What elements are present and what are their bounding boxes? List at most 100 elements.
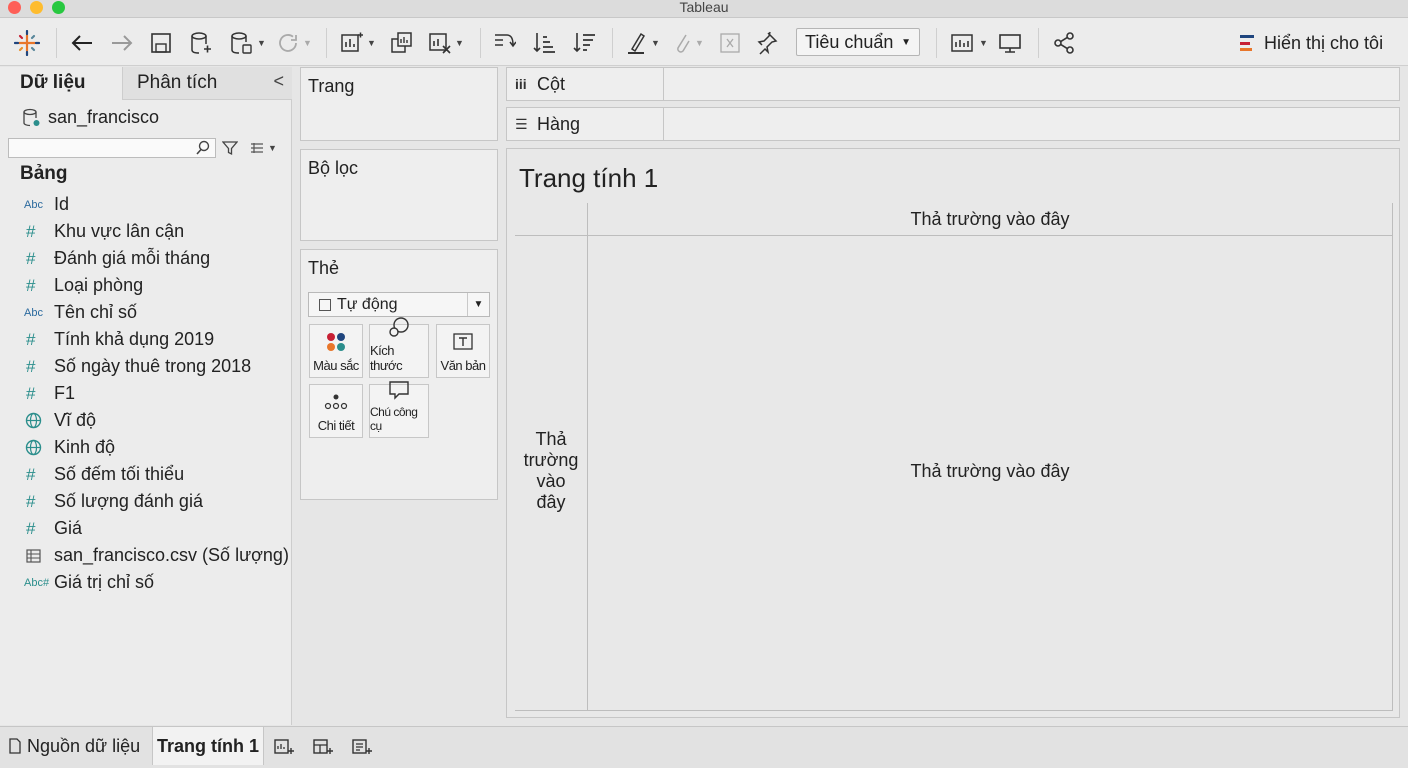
- collapse-pane-icon[interactable]: <: [273, 71, 284, 92]
- detail-button[interactable]: Chi tiết: [309, 384, 363, 438]
- device-preview-icon[interactable]: [998, 30, 1022, 56]
- sort-ascending-icon[interactable]: [532, 30, 556, 56]
- new-datasource-icon[interactable]: [190, 30, 212, 56]
- show-me-icon: [1240, 35, 1254, 51]
- size-circles-icon: [388, 316, 410, 338]
- field-item[interactable]: # Số đếm tối thiểu: [0, 461, 292, 488]
- forward-icon[interactable]: [110, 30, 134, 56]
- divider: [515, 710, 1393, 711]
- marks-card: Thẻ Tự động ▼ Màu sắc Kích thước Văn bản…: [300, 249, 498, 500]
- tableau-logo-icon[interactable]: [14, 30, 40, 56]
- pause-updates-icon[interactable]: ▼: [230, 30, 266, 56]
- field-item[interactable]: san_francisco.csv (Số lượng): [0, 542, 292, 569]
- columns-icon: iii: [515, 76, 527, 92]
- data-pane: Dữ liệu Phân tích < san_francisco ▼ Bảng…: [0, 67, 292, 725]
- duplicate-sheet-icon[interactable]: [390, 30, 414, 56]
- field-item[interactable]: # Loại phòng: [0, 272, 292, 299]
- field-item[interactable]: # Số ngày thuê trong 2018: [0, 353, 292, 380]
- color-dots-icon: [325, 331, 347, 353]
- highlight-icon[interactable]: ▼: [626, 30, 660, 56]
- datasource-name: san_francisco: [48, 107, 160, 127]
- new-worksheet-tab-icon[interactable]: [274, 737, 294, 762]
- row-drop-text: Thả: [535, 429, 567, 449]
- square-mark-icon: [319, 298, 331, 311]
- fit-select-value: Tiêu chuẩn: [805, 31, 894, 52]
- field-search-input[interactable]: [8, 138, 216, 158]
- text-button[interactable]: Văn bản: [436, 324, 490, 378]
- field-item[interactable]: # Giá: [0, 515, 292, 542]
- field-item[interactable]: # Đánh giá mỗi tháng: [0, 245, 292, 272]
- refresh-icon[interactable]: ▼: [276, 30, 312, 56]
- columns-label: Cột: [537, 73, 566, 94]
- field-label: Giá trị chỉ số: [54, 572, 155, 592]
- chevron-down-icon: ▼: [467, 293, 489, 316]
- columns-shelf-label: iii Cột: [507, 68, 664, 100]
- number-type-icon: #: [26, 464, 36, 484]
- sheet-title[interactable]: Trang tính 1: [519, 163, 658, 194]
- field-item[interactable]: # F1: [0, 380, 292, 407]
- field-label: Đánh giá mỗi tháng: [54, 248, 211, 268]
- columns-shelf[interactable]: iii Cột: [506, 67, 1400, 101]
- mark-type-select[interactable]: Tự động ▼: [308, 292, 490, 317]
- column-drop-zone[interactable]: Thả trường vào đây: [587, 203, 1393, 236]
- field-item[interactable]: Kinh độ: [0, 434, 292, 461]
- datasource-item[interactable]: san_francisco: [22, 107, 159, 128]
- color-button[interactable]: Màu sắc: [309, 324, 363, 378]
- number-type-icon: #: [26, 383, 36, 403]
- filter-icon[interactable]: [221, 140, 239, 161]
- presentation-mode-icon[interactable]: ▼: [950, 30, 988, 56]
- field-item[interactable]: # Tính khả dụng 2019: [0, 326, 292, 353]
- tooltip-button[interactable]: Chú công cụ: [369, 381, 429, 438]
- number-type-icon: #: [26, 329, 36, 349]
- save-icon[interactable]: [150, 30, 172, 56]
- divider: [515, 235, 587, 236]
- field-item[interactable]: # Số lượng đánh giá: [0, 488, 292, 515]
- size-button[interactable]: Kích thước: [369, 317, 429, 378]
- fix-axes-icon[interactable]: [754, 30, 778, 56]
- sheet-tab-active[interactable]: Trang tính 1: [152, 727, 264, 765]
- sort-descending-icon[interactable]: [572, 30, 596, 56]
- number-type-icon: #: [26, 518, 36, 538]
- document-icon: [9, 738, 21, 754]
- rows-shelf[interactable]: ☰ Hàng: [506, 107, 1400, 141]
- clear-sheet-icon[interactable]: ▼: [428, 30, 464, 56]
- datasource-tab[interactable]: Nguồn dữ liệu: [8, 727, 140, 765]
- share-icon[interactable]: [1052, 30, 1076, 56]
- divider: [1392, 203, 1393, 711]
- labels-icon[interactable]: [718, 30, 742, 56]
- pages-card[interactable]: Trang: [300, 67, 498, 141]
- fit-select[interactable]: Tiêu chuẩn ▼: [796, 28, 920, 56]
- measure-values-icon: Abc#: [24, 576, 50, 589]
- field-item[interactable]: # Khu vực lân cận: [0, 218, 292, 245]
- string-type-icon: Abc: [24, 198, 43, 211]
- rows-icon: ☰: [515, 115, 528, 132]
- field-label: Kinh độ: [54, 437, 116, 457]
- field-item[interactable]: Abc Id: [0, 191, 292, 218]
- show-me-button[interactable]: Hiển thị cho tôi: [1240, 30, 1383, 56]
- group-members-icon[interactable]: ▼: [672, 30, 704, 56]
- new-story-tab-icon[interactable]: [352, 737, 372, 762]
- title-bar: Tableau: [0, 0, 1408, 18]
- new-worksheet-icon[interactable]: ▼: [340, 30, 376, 56]
- field-item[interactable]: Vĩ độ: [0, 407, 292, 434]
- swap-rows-columns-icon[interactable]: [492, 30, 516, 56]
- filters-card[interactable]: Bộ lọc: [300, 149, 498, 241]
- field-item[interactable]: Abc Tên chỉ số: [0, 299, 292, 326]
- new-dashboard-tab-icon[interactable]: [313, 737, 333, 762]
- globe-icon: [0, 412, 54, 429]
- row-drop-text: trường: [523, 450, 579, 470]
- worksheet-canvas: Trang tính 1 Thả trường vào đây Thả trườ…: [506, 148, 1400, 718]
- view-options-icon[interactable]: ▼: [250, 142, 277, 154]
- field-label: Vĩ độ: [54, 410, 97, 430]
- back-icon[interactable]: [70, 30, 94, 56]
- mark-type-value: Tự động: [337, 295, 398, 313]
- tooltip-button-label: Chú công cụ: [370, 405, 418, 433]
- tab-analysis[interactable]: Phân tích <: [122, 67, 292, 100]
- field-label: Số lượng đánh giá: [54, 491, 203, 511]
- detail-button-label: Chi tiết: [317, 418, 355, 433]
- field-item[interactable]: Abc# Giá trị chỉ số: [0, 569, 292, 596]
- tab-data[interactable]: Dữ liệu: [0, 67, 122, 100]
- view-drop-zone[interactable]: Thả trường vào đây: [587, 461, 1393, 482]
- row-drop-zone[interactable]: Thả trường vào đây: [515, 429, 587, 513]
- datasource-icon: [23, 108, 40, 126]
